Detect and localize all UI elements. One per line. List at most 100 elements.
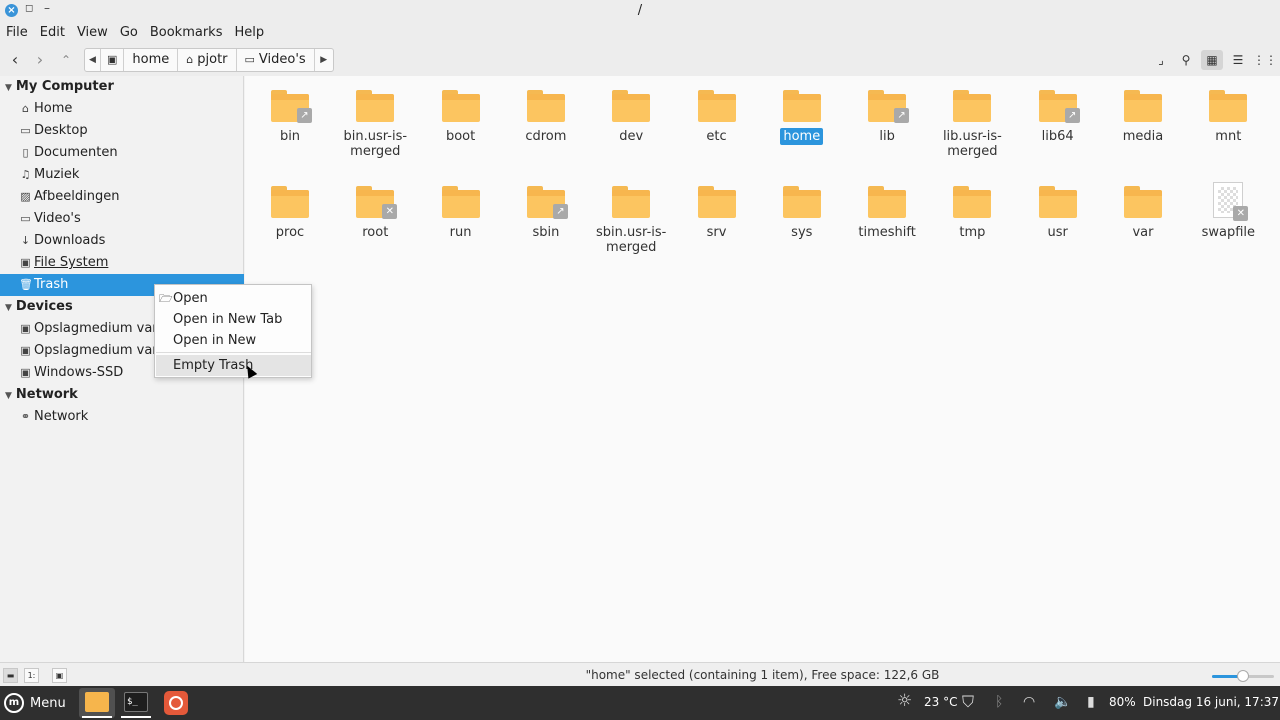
folder-body [271,190,309,218]
file-name-text: lib64 [1041,129,1074,144]
folder-icon: ↗ [1038,90,1080,123]
menu-edit[interactable]: Edit [40,22,65,44]
clock[interactable]: Dinsdag 16 juni, 17:37 [1143,695,1279,709]
menu-go[interactable]: Go [120,22,138,44]
hide-sidebar-icon[interactable]: ▣ [52,668,67,683]
network-icon: ⚭ [20,410,31,423]
file-item[interactable]: timeshift [845,172,929,240]
file-item[interactable]: usr [1016,172,1100,240]
weather-icon[interactable]: ☼ [897,691,912,711]
sidebar-item-network[interactable]: ⚭ Network [0,406,244,428]
volume-icon[interactable]: 🔈 [1054,694,1071,710]
drive-icon: ▣ [107,53,118,66]
file-item[interactable]: ✕ swapfile [1186,172,1270,240]
battery-icon[interactable]: ▮ [1087,694,1095,710]
file-item[interactable]: ↗ bin [248,76,332,144]
no-access-emblem-icon: ✕ [1233,206,1249,221]
sidebar-item-file-system[interactable]: ▣ File System [0,252,244,274]
folder-icon: ↗ [868,90,910,123]
context-open-new-window[interactable]: Open in New Window [156,330,311,369]
up-icon[interactable]: ⌃ [56,50,76,70]
file-name-text: tmp [959,225,986,240]
menu-file[interactable]: File [6,22,28,44]
shield-icon[interactable]: ⛉ [962,692,974,712]
file-name: etc [675,129,759,144]
menu-help[interactable]: Help [234,22,264,44]
file-name: var [1101,225,1185,240]
compact-view-icon[interactable]: ⋮⋮ [1253,50,1277,70]
breadcrumb-home[interactable]: home [124,49,179,71]
file-name-text: bin.usr-is-merged [343,129,408,159]
context-empty-trash[interactable]: Empty Trash [156,355,311,376]
file-item[interactable]: ✕ root [333,172,417,240]
taskbar-firefox-app[interactable] [158,688,194,718]
file-name: lib.usr-is-merged [930,129,1014,159]
sidebar-item-downloads[interactable]: ↓ Downloads [0,230,244,252]
file-name-text: bin [279,129,301,144]
file-item[interactable]: proc [248,172,332,240]
forward-icon[interactable]: › [30,50,50,70]
menu-view[interactable]: View [77,22,108,44]
icon-view-icon[interactable]: ▦ [1201,50,1223,70]
sidebar-item-home[interactable]: ⌂ Home [0,98,244,120]
file-item[interactable]: ↗ lib [845,76,929,144]
breadcrumb: ◀ ▣ home ⌂ pjotr ▭ Video's ▶ [84,48,334,72]
file-item[interactable]: var [1101,172,1185,240]
folder-body [1038,190,1077,218]
file-item[interactable]: sys [760,172,844,240]
sidebar-item-videos[interactable]: ▭ Video's [0,208,244,230]
list-view-icon[interactable]: ☰ [1227,50,1249,70]
file-item[interactable]: cdrom [504,76,588,144]
file-item[interactable]: run [419,172,503,240]
back-icon[interactable]: ‹ [5,50,25,70]
taskbar-terminal-app[interactable]: $_ [118,688,154,718]
folder-icon [1124,186,1162,218]
breadcrumb-pjotr[interactable]: ⌂ pjotr [178,49,237,71]
folder-icon [1038,186,1077,218]
bluetooth-icon[interactable]: ᛒ [995,694,1003,710]
file-item[interactable]: ↗ lib64 [1016,76,1100,144]
file-name-text: mnt [1215,129,1242,144]
breadcrumb-videos[interactable]: ▭ Video's [237,49,315,71]
file-item[interactable]: bin.usr-is-merged [333,76,417,159]
file-item[interactable]: ↗ sbin [504,172,588,240]
file-item[interactable]: tmp [930,172,1014,240]
file-item[interactable]: etc [675,76,759,144]
menu-bookmarks[interactable]: Bookmarks [150,22,223,44]
file-item[interactable]: lib.usr-is-merged [930,76,1014,159]
file-name: sys [760,225,844,240]
search-icon[interactable]: ⚲ [1175,50,1197,70]
file-item[interactable]: sbin.usr-is-merged [589,172,673,255]
show-treeview-icon[interactable]: 1: [24,668,39,683]
wifi-icon[interactable]: ◠ [1023,694,1035,710]
file-item[interactable]: boot [419,76,503,144]
context-open-new-tab[interactable]: Open in New Tab [156,309,311,330]
breadcrumb-root[interactable]: ▣ [101,49,125,71]
context-open[interactable]: 🗁 Open [156,288,311,309]
file-view[interactable]: ↗ bin bin.usr-is-merged boot cdrom dev etc home… [245,76,1280,662]
start-menu-button[interactable]: m Menu [4,692,66,714]
zoom-slider[interactable] [1212,670,1274,682]
file-item[interactable]: dev [589,76,673,144]
file-name: lib64 [1016,129,1100,144]
file-item[interactable]: home [760,76,844,145]
breadcrumb-left-arrow-icon[interactable]: ◀ [85,49,101,71]
folder-body [782,190,821,218]
file-item[interactable]: srv [675,172,759,240]
sidebar-section-my-computer[interactable]: ▼ My Computer [0,76,244,98]
file-item[interactable]: media [1101,76,1185,144]
file-item[interactable]: mnt [1186,76,1270,144]
zoom-slider-handle[interactable] [1237,670,1249,682]
drive-icon: ▣ [20,366,31,379]
folder-icon: ↗ [526,186,568,219]
sidebar-item-afbeeldingen[interactable]: ▨ Afbeeldingen [0,186,244,208]
taskbar-files-app[interactable] [79,688,115,718]
sidebar-item-documenten[interactable]: ▯ Documenten [0,142,244,164]
breadcrumb-right-arrow-icon[interactable]: ▶ [315,49,333,71]
show-places-icon[interactable]: ▬ [3,668,18,683]
terminal-toggle-icon[interactable]: ⌟ [1150,50,1172,70]
sidebar-item-desktop[interactable]: ▭ Desktop [0,120,244,142]
file-name-text: sbin.usr-is-merged [596,225,667,255]
sidebar-item-muziek[interactable]: ♫ Muziek [0,164,244,186]
sidebar-section-network[interactable]: ▼ Network [0,384,244,406]
